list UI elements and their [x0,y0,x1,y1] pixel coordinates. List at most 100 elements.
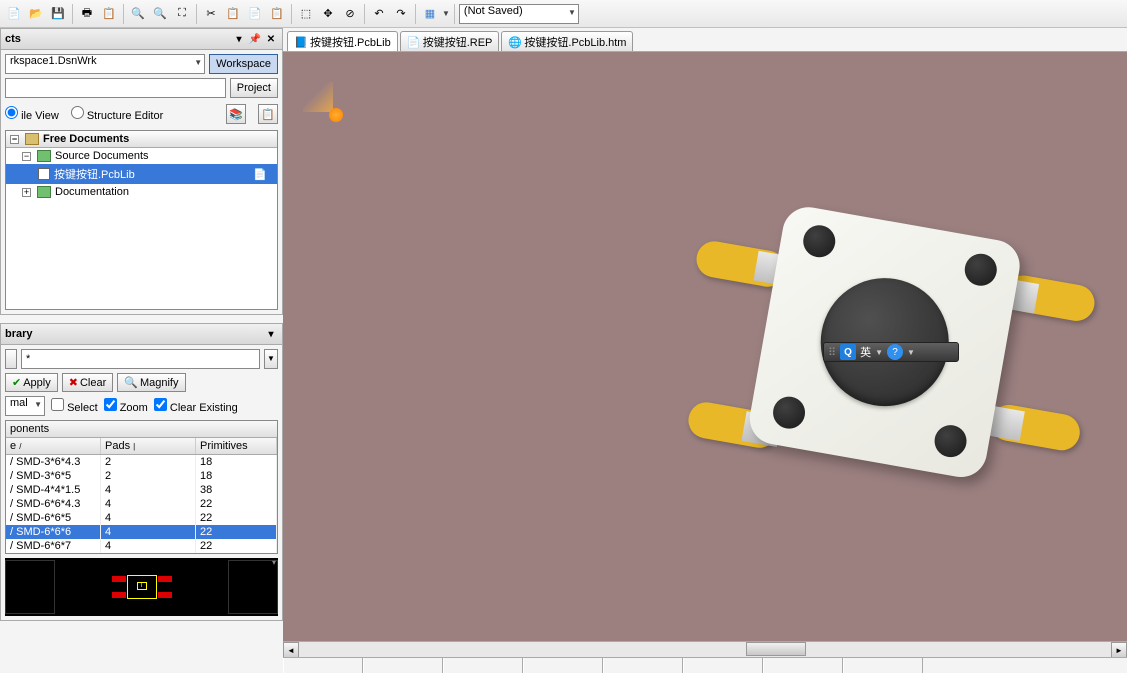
ime-help-icon[interactable]: ? [887,344,903,360]
grid-body[interactable]: / SMD-3*6*4.3218/ SMD-3*6*5218/ SMD-4*4*… [6,455,277,553]
compile-icon[interactable]: 📚 [226,104,246,124]
text-icon: 📄 [407,36,419,48]
redo-icon[interactable]: ↷ [391,4,411,24]
expand-icon[interactable]: + [22,188,31,197]
scroll-track[interactable] [299,642,1111,657]
tab-rep[interactable]: 📄 按键按钮.REP [400,31,500,51]
deselect-icon[interactable]: ⊘ [340,4,360,24]
table-row[interactable]: / SMD-4*4*1.5438 [6,483,277,497]
pin-icon[interactable]: 📌 [248,32,262,46]
minimap-right [228,560,278,614]
ime-dropdown-icon[interactable]: ▼ [907,348,915,357]
saved-combo[interactable]: (Not Saved) [459,4,579,24]
preview-icon[interactable]: 📋 [99,4,119,24]
bottom-tab[interactable] [363,658,443,673]
bottom-tab[interactable] [443,658,523,673]
table-row[interactable]: / SMD-6*6*7422 [6,539,277,553]
undo-icon[interactable]: ↶ [369,4,389,24]
ime-q-icon[interactable]: Q [840,344,856,360]
col-primitives[interactable]: Primitives [196,438,277,454]
structure-editor-radio[interactable]: Structure Editor [71,106,163,122]
workspace-button[interactable]: Workspace [209,54,278,74]
tab-pcblib[interactable]: 📘 按键按钮.PcbLib [287,31,398,51]
new-icon[interactable]: 📄 [4,4,24,24]
separator [364,4,365,24]
copy-icon[interactable]: 📋 [223,4,243,24]
bottom-tab[interactable] [683,658,763,673]
grid-icon[interactable]: ▦ [420,4,440,24]
tree-pcblib-file[interactable]: 按键按钮.PcbLib 📄 [6,164,277,184]
table-row[interactable]: / SMD-6*6*6422 [6,525,277,539]
minimap-dropdown-icon[interactable]: ▾ [272,558,276,567]
document-tabs: 📘 按键按钮.PcbLib 📄 按键按钮.REP 🌐 按键按钮.PcbLib.h… [283,28,1127,52]
bottom-tab[interactable] [763,658,843,673]
col-name[interactable]: e / [6,438,101,454]
move-icon[interactable]: ✥ [318,4,338,24]
clear-button[interactable]: ✖Clear [62,373,114,392]
zoom-out-icon[interactable]: 🔍 [150,4,170,24]
tab-htm[interactable]: 🌐 按键按钮.PcbLib.htm [501,31,633,51]
tree-root[interactable]: − Free Documents [6,131,277,148]
zoom-in-icon[interactable]: 🔍 [128,4,148,24]
apply-button[interactable]: ✔Apply [5,373,58,392]
folder-icon [37,150,51,162]
pcb-icon: 📘 [294,36,306,48]
ime-toolbar[interactable]: ⠿ Q 英 ▼ ? ▼ [823,342,959,362]
ime-dropdown-icon[interactable]: ▼ [875,348,883,357]
dropdown-icon[interactable]: ▾ [264,327,278,341]
expand-icon[interactable]: − [22,152,31,161]
file-view-radio[interactable]: ile View [5,106,59,122]
scroll-left-icon[interactable]: ◄ [283,642,299,658]
table-row[interactable]: / SMD-3*6*4.3218 [6,455,277,469]
clear-existing-checkbox[interactable]: Clear Existing [154,398,238,414]
cut-icon[interactable]: ✂ [201,4,221,24]
close-icon[interactable]: ✕ [264,32,278,46]
ime-lang[interactable]: 英 [860,344,871,360]
project-path-input[interactable] [5,78,226,98]
minimap: T ▾ [5,558,278,616]
mask-dropdown-icon[interactable]: ▼ [264,349,278,369]
select-checkbox[interactable]: Select [51,398,98,414]
zoom-checkbox[interactable]: Zoom [104,398,148,414]
table-row[interactable]: / SMD-6*6*5422 [6,511,277,525]
table-row[interactable]: / SMD-3*6*5218 [6,469,277,483]
bottom-tab[interactable] [523,658,603,673]
bottom-tab[interactable] [283,658,363,673]
bottom-tab[interactable] [843,658,923,673]
tree-documentation[interactable]: + Documentation [6,184,277,200]
magnify-button[interactable]: 🔍Magnify [117,373,185,392]
project-button[interactable]: Project [230,78,278,98]
projects-panel-header: cts ▾ 📌 ✕ [0,28,283,50]
ime-grip-icon[interactable]: ⠿ [828,346,836,359]
pcb-3d-viewport[interactable]: ⠿ Q 英 ▼ ? ▼ [283,52,1127,641]
table-row[interactable]: / SMD-6*6*4.3422 [6,497,277,511]
library-title: brary [5,328,33,340]
scroll-right-icon[interactable]: ► [1111,642,1127,658]
grid-title: ponents [6,421,277,438]
workspace-combo[interactable]: rkspace1.DsnWrk [5,54,205,74]
mask-input[interactable] [21,349,260,369]
expand-icon[interactable]: − [10,135,19,144]
pcb-doc-icon [38,168,50,180]
horizontal-scrollbar[interactable]: ◄ ► [283,641,1127,657]
save-icon[interactable]: 💾 [48,4,68,24]
zoom-fit-icon[interactable]: ⛶ [172,4,192,24]
separator [196,4,197,24]
mode-combo[interactable]: mal [5,396,45,416]
main-toolbar: 📄 📂 💾 🖶 📋 🔍 🔍 ⛶ ✂ 📋 📄 📋 ⬚ ✥ ⊘ ↶ ↷ ▦ ▼ (N… [0,0,1127,28]
doc-state-icon: 📄 [253,168,267,181]
tree-source-documents[interactable]: − Source Documents [6,148,277,164]
mask-arrow-icon[interactable] [5,349,17,369]
col-pads[interactable]: Pads | [101,438,196,454]
options-icon[interactable]: 📋 [258,104,278,124]
separator [454,4,455,24]
paste-icon[interactable]: 📄 [245,4,265,24]
open-icon[interactable]: 📂 [26,4,46,24]
print-icon[interactable]: 🖶 [77,4,97,24]
select-icon[interactable]: ⬚ [296,4,316,24]
clipboard-icon[interactable]: 📋 [267,4,287,24]
dropdown-icon[interactable]: ▾ [232,32,246,46]
project-tree[interactable]: − Free Documents − Source Documents 按键按钮… [5,130,278,310]
bottom-tab[interactable] [603,658,683,673]
scroll-thumb[interactable] [746,642,806,656]
